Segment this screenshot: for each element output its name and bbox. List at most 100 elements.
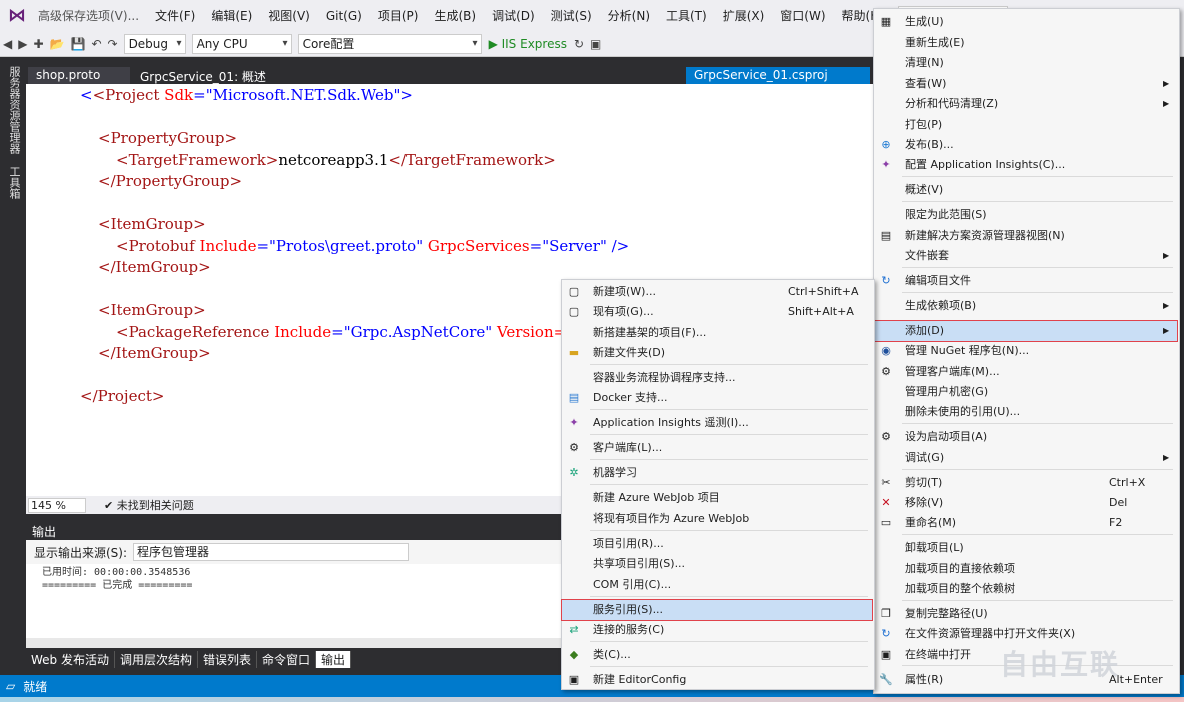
menu-save-options[interactable]: 高级保存选项(V)...	[30, 7, 147, 24]
menu-item-机器学习[interactable]: ✲ 机器学习	[562, 463, 872, 483]
zoom-select[interactable]: 145 %	[28, 497, 86, 513]
open-icon[interactable]: 📂	[47, 37, 68, 51]
tab-call-hierarchy[interactable]: 调用层次结构	[115, 650, 198, 668]
menu-extensions[interactable]: 扩展(X)	[715, 7, 773, 24]
menu-item-限定为此范围[interactable]: 限定为此范围(S)	[874, 205, 1177, 225]
menu-git[interactable]: Git(G)	[318, 9, 370, 23]
menu-item-打包[interactable]: 打包(P)	[874, 115, 1177, 135]
server-explorer-tab[interactable]: 服务器资源管理器	[6, 66, 22, 154]
menu-item-新建-azure-webjob-项目[interactable]: 新建 Azure WebJob 项目	[562, 488, 872, 508]
back-icon[interactable]: ◀	[0, 37, 15, 51]
menu-item-重新生成[interactable]: 重新生成(E)	[874, 33, 1177, 53]
terminal-icon: ▣	[880, 648, 892, 661]
shortcut-label: Shift+Alt+A	[788, 305, 854, 318]
project-config-select[interactable]: Core配置	[297, 33, 482, 54]
build-icon: ▦	[880, 15, 892, 28]
undo-icon[interactable]: ↶	[88, 37, 104, 51]
menu-item-删除未使用的引用[interactable]: 删除未使用的引用(U)...	[874, 402, 1177, 422]
forward-icon[interactable]: ▶	[15, 37, 30, 51]
menu-edit[interactable]: 编辑(E)	[203, 7, 260, 24]
refresh-icon[interactable]: ↻	[571, 37, 587, 51]
menu-item-分析和代码清理[interactable]: 分析和代码清理(Z) ▶	[874, 94, 1177, 114]
menu-item-连接的服务[interactable]: ⇄ 连接的服务(C)	[562, 620, 872, 640]
menu-test[interactable]: 测试(S)	[543, 7, 600, 24]
code-line: <PropertyGroup>	[98, 129, 238, 147]
issues-status[interactable]: ✔ 未找到相关问题	[104, 497, 194, 513]
menu-item-label: 机器学习	[593, 466, 637, 479]
menu-item-生成[interactable]: ▦ 生成(U)	[874, 12, 1177, 32]
menu-project[interactable]: 项目(P)	[370, 7, 427, 24]
menu-item-生成依赖项[interactable]: 生成依赖项(B) ▶	[874, 296, 1177, 316]
menu-item-label: COM 引用(C)...	[593, 578, 672, 591]
menu-item-共享项目引用[interactable]: 共享项目引用(S)...	[562, 554, 872, 574]
run-button[interactable]: ▶ IIS Express	[485, 37, 571, 51]
bulb-icon: ✦	[881, 158, 891, 171]
menu-item-新搭建基架的项目[interactable]: 新搭建基架的项目(F)...	[562, 323, 872, 343]
tab-overview[interactable]: GrpcService_01: 概述	[132, 67, 288, 84]
menu-item-重命名[interactable]: ▭ 重命名(M) F2	[874, 513, 1177, 533]
menu-item-com-引用[interactable]: COM 引用(C)...	[562, 575, 872, 595]
menu-item-管理-nuget-程序包[interactable]: ◉ 管理 NuGet 程序包(N)...	[874, 341, 1177, 361]
menu-item-添加[interactable]: 添加(D) ▶	[873, 320, 1178, 342]
menu-analyze[interactable]: 分析(N)	[600, 7, 658, 24]
menu-item-新建解决方案资源管理器视图[interactable]: ▤ 新建解决方案资源管理器视图(N)	[874, 226, 1177, 246]
menu-separator	[902, 423, 1173, 424]
tab-command-window[interactable]: 命令窗口	[257, 650, 317, 668]
menu-item-管理用户机密[interactable]: 管理用户机密(G)	[874, 382, 1177, 402]
menu-item-项目引用[interactable]: 项目引用(R)...	[562, 534, 872, 554]
menu-separator	[902, 469, 1173, 470]
menu-view[interactable]: 视图(V)	[260, 7, 318, 24]
platform-select[interactable]: Any CPU	[191, 33, 292, 54]
menu-item-新建项[interactable]: ▢ 新建项(W)... Ctrl+Shift+A	[562, 282, 872, 302]
menu-item-在文件资源管理器中打开文件夹[interactable]: ↻ 在文件资源管理器中打开文件夹(X)	[874, 624, 1177, 644]
menu-item-客户端库[interactable]: ⚙ 客户端库(L)...	[562, 438, 872, 458]
menu-item-移除[interactable]: ✕ 移除(V) Del	[874, 493, 1177, 513]
refresh-icon: ↻	[881, 274, 891, 287]
menu-item-新建-editorconfig[interactable]: ▣ 新建 EditorConfig	[562, 670, 872, 690]
save-icon[interactable]: 💾	[67, 37, 88, 51]
tab-csproj[interactable]: GrpcService_01.csproj	[686, 67, 870, 84]
config-select[interactable]: Debug	[123, 33, 186, 54]
menu-item-查看[interactable]: 查看(W) ▶	[874, 74, 1177, 94]
menu-item-类[interactable]: ◆ 类(C)...	[562, 645, 872, 665]
menu-item-剪切[interactable]: ✂ 剪切(T) Ctrl+X	[874, 473, 1177, 493]
menu-item-编辑项目文件[interactable]: ↻ 编辑项目文件	[874, 271, 1177, 291]
toolbox-tab[interactable]: 工具箱	[6, 166, 22, 199]
menu-item-docker-支持[interactable]: ▤ Docker 支持...	[562, 388, 872, 408]
menu-item-服务引用[interactable]: 服务引用(S)...	[561, 599, 873, 621]
output-source-select[interactable]: 程序包管理器	[133, 543, 410, 561]
menu-item-application-insights-遥测[interactable]: ✦ Application Insights 遥测(I)...	[562, 413, 872, 433]
tab-shop-proto[interactable]: shop.proto	[28, 67, 130, 84]
menu-item-label: 管理 NuGet 程序包(N)...	[905, 344, 1030, 357]
menu-debug[interactable]: 调试(D)	[484, 7, 543, 24]
menu-item-将现有项目作为-azure-webjob[interactable]: 将现有项目作为 Azure WebJob	[562, 509, 872, 529]
menu-item-设为启动项目[interactable]: ⚙ 设为启动项目(A)	[874, 427, 1177, 447]
menu-file[interactable]: 文件(F)	[147, 7, 203, 24]
menu-item-调试[interactable]: 调试(G) ▶	[874, 448, 1177, 468]
menu-window[interactable]: 窗口(W)	[772, 7, 833, 24]
new-project-icon[interactable]: ✚	[30, 37, 46, 51]
browser-icon[interactable]: ▣	[587, 37, 604, 51]
menu-item-清理[interactable]: 清理(N)	[874, 53, 1177, 73]
tab-output[interactable]: 输出	[316, 650, 352, 668]
menu-item-新建文件夹[interactable]: ▬ 新建文件夹(D)	[562, 343, 872, 363]
menu-item-发布[interactable]: ⊕ 发布(B)...	[874, 135, 1177, 155]
menu-item-复制完整路径[interactable]: ❐ 复制完整路径(U)	[874, 604, 1177, 624]
menu-item-加载项目的整个依赖树[interactable]: 加载项目的整个依赖树	[874, 579, 1177, 599]
tab-error-list[interactable]: 错误列表	[198, 650, 258, 668]
menu-item-加载项目的直接依赖项[interactable]: 加载项目的直接依赖项	[874, 559, 1177, 579]
menu-build[interactable]: 生成(B)	[426, 7, 484, 24]
menu-item-label: 分析和代码清理(Z)	[905, 97, 999, 110]
tab-web-publish[interactable]: Web 发布活动	[26, 650, 115, 668]
menu-item-卸载项目[interactable]: 卸载项目(L)	[874, 538, 1177, 558]
menu-item-容器业务流程协调程序支持[interactable]: 容器业务流程协调程序支持...	[562, 368, 872, 388]
menu-item-概述[interactable]: 概述(V)	[874, 180, 1177, 200]
menu-tools[interactable]: 工具(T)	[658, 7, 715, 24]
chevron-right-icon: ▶	[1163, 251, 1170, 260]
menu-item-配置-application-insights[interactable]: ✦ 配置 Application Insights(C)...	[874, 155, 1177, 175]
menu-item-文件嵌套[interactable]: 文件嵌套 ▶	[874, 246, 1177, 266]
menu-item-现有项[interactable]: ▢ 现有项(G)... Shift+Alt+A	[562, 302, 872, 322]
menu-item-label: Docker 支持...	[593, 391, 668, 404]
redo-icon[interactable]: ↷	[105, 37, 121, 51]
menu-item-管理客户端库[interactable]: ⚙ 管理客户端库(M)...	[874, 362, 1177, 382]
